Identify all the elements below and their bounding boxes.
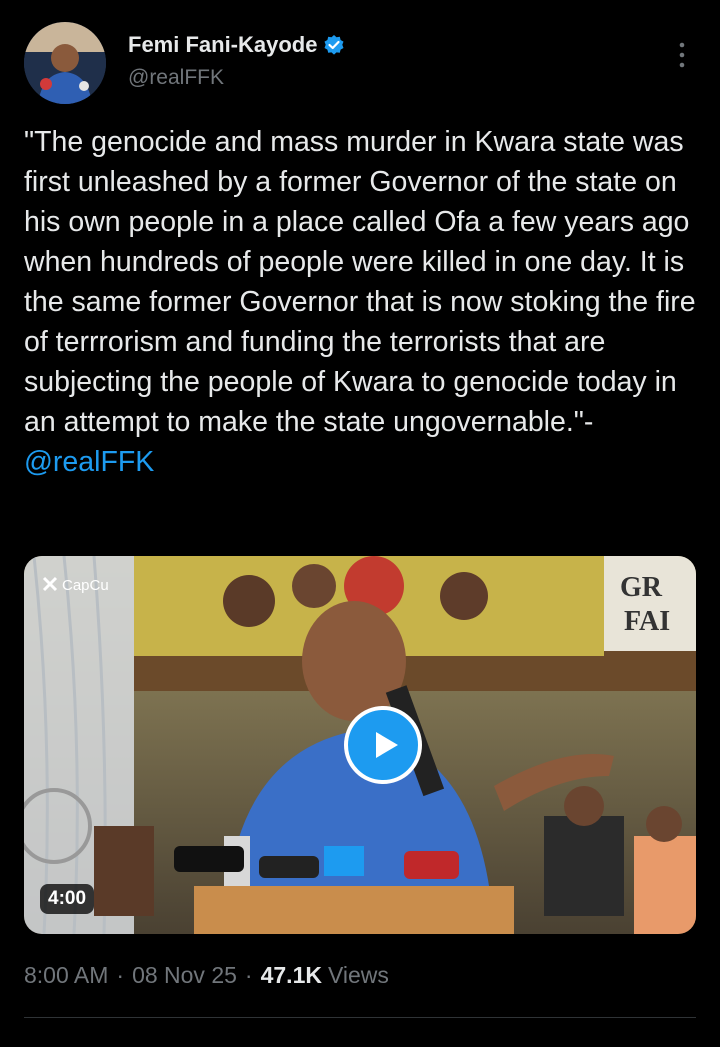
play-icon: [376, 732, 398, 758]
mention-link[interactable]: @realFFK: [24, 446, 154, 478]
verified-badge-icon: [323, 34, 345, 56]
video-player[interactable]: GR FAI CapCu 4:00: [24, 556, 696, 934]
divider: [24, 1017, 696, 1018]
banner-text-right-bottom: FAI: [624, 606, 670, 637]
tweet-header: Femi Fani-Kayode @realFFK: [24, 22, 696, 106]
separator-dot: ·: [116, 962, 125, 988]
tweet-time[interactable]: 8:00 AM: [24, 962, 108, 989]
views-label: Views: [327, 962, 389, 988]
avatar[interactable]: [24, 22, 106, 104]
more-options-icon[interactable]: [676, 40, 688, 70]
tweet-body: "The genocide and mass murder in Kwara s…: [24, 126, 704, 438]
banner-text-right-top: GR: [620, 572, 663, 603]
video-duration: 4:00: [40, 884, 95, 914]
svg-text:CapCu: CapCu: [62, 577, 109, 594]
separator-dot: ·: [244, 962, 253, 988]
play-button[interactable]: [344, 706, 422, 784]
views-count[interactable]: 47.1K: [261, 962, 322, 989]
author-handle[interactable]: @realFFK: [128, 66, 224, 90]
author-name-row: Femi Fani-Kayode: [128, 32, 345, 58]
tweet-date[interactable]: 08 Nov 25: [132, 962, 237, 989]
author-display-name[interactable]: Femi Fani-Kayode: [128, 32, 317, 58]
tweet-text: "The genocide and mass murder in Kwara s…: [24, 122, 700, 482]
tweet-meta: 8:00 AM · 08 Nov 25 · 47.1K Views: [24, 962, 389, 989]
